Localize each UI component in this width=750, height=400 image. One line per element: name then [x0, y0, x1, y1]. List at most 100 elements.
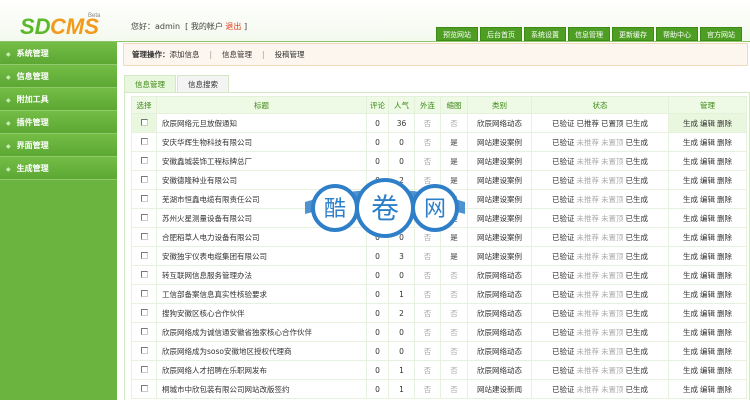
top-status[interactable]: 未置顶	[601, 233, 624, 242]
verified-status[interactable]: 已验证	[552, 214, 575, 223]
tab-info-manage[interactable]: 信息管理	[124, 75, 176, 93]
generate-button[interactable]: 生成	[683, 271, 698, 280]
generated-status[interactable]: 已生成	[626, 252, 649, 261]
generate-button[interactable]: 生成	[683, 138, 698, 147]
delete-button[interactable]: 删除	[717, 176, 732, 185]
verified-status[interactable]: 已验证	[552, 271, 575, 280]
row-checkbox[interactable]	[140, 232, 148, 240]
edit-button[interactable]: 编辑	[700, 252, 715, 261]
verified-status[interactable]: 已验证	[552, 347, 575, 356]
nav-info-manage[interactable]: 信息管理	[568, 27, 610, 41]
generated-status[interactable]: 已生成	[626, 347, 649, 356]
top-status[interactable]: 未置顶	[601, 290, 624, 299]
nav-admin-home[interactable]: 后台首页	[480, 27, 522, 41]
verified-status[interactable]: 已验证	[552, 366, 575, 375]
category[interactable]: 欣辰网络动态	[467, 284, 532, 304]
title-link[interactable]: 欣辰网络成为诚信通安徽省独家核心合作伙伴	[156, 322, 367, 342]
delete-button[interactable]: 删除	[717, 366, 732, 375]
title-link[interactable]: 苏州火星测量设备有限公司	[156, 208, 367, 228]
top-status[interactable]: 未置顶	[601, 157, 624, 166]
category[interactable]: 欣辰网络动态	[467, 303, 532, 323]
verified-status[interactable]: 已验证	[552, 309, 575, 318]
generated-status[interactable]: 已生成	[626, 157, 649, 166]
verified-status[interactable]: 已验证	[552, 252, 575, 261]
title-link[interactable]: 搜狗安徽区核心合作伙伴	[156, 303, 367, 323]
delete-button[interactable]: 删除	[717, 309, 732, 318]
recommend-status[interactable]: 未推荐	[577, 233, 600, 242]
row-checkbox[interactable]	[140, 327, 148, 335]
edit-button[interactable]: 编辑	[700, 309, 715, 318]
delete-button[interactable]: 删除	[717, 252, 732, 261]
edit-button[interactable]: 编辑	[700, 271, 715, 280]
top-status[interactable]: 已置顶	[601, 119, 624, 128]
delete-button[interactable]: 删除	[717, 271, 732, 280]
verified-status[interactable]: 已验证	[552, 195, 575, 204]
nav-official-site[interactable]: 官方网站	[700, 27, 742, 41]
recommend-status[interactable]: 未推荐	[577, 347, 600, 356]
row-checkbox[interactable]	[140, 384, 148, 392]
crumb-add-info[interactable]: 添加信息	[170, 50, 200, 59]
edit-button[interactable]: 编辑	[700, 290, 715, 299]
delete-button[interactable]: 删除	[717, 138, 732, 147]
category[interactable]: 欣辰网络动态	[467, 113, 532, 133]
edit-button[interactable]: 编辑	[700, 366, 715, 375]
row-checkbox[interactable]	[140, 270, 148, 278]
delete-button[interactable]: 删除	[717, 347, 732, 356]
row-checkbox[interactable]	[140, 308, 148, 316]
verified-status[interactable]: 已验证	[552, 157, 575, 166]
category[interactable]: 网站建设案例	[467, 132, 532, 152]
edit-button[interactable]: 编辑	[700, 385, 715, 394]
sidebar-item-plugins[interactable]: ◆ 插件管理	[0, 111, 117, 134]
row-checkbox[interactable]	[140, 194, 148, 202]
title-link[interactable]: 芜湖市恒鑫电缆有限责任公司	[156, 189, 367, 209]
recommend-status[interactable]: 未推荐	[577, 252, 600, 261]
top-status[interactable]: 未置顶	[601, 328, 624, 337]
title-link[interactable]: 欣辰网络元旦放假通知	[156, 113, 367, 133]
generated-status[interactable]: 已生成	[626, 119, 649, 128]
verified-status[interactable]: 已验证	[552, 138, 575, 147]
generate-button[interactable]: 生成	[683, 385, 698, 394]
title-link[interactable]: 工信部备案信息真实性核验要求	[156, 284, 367, 304]
generated-status[interactable]: 已生成	[626, 195, 649, 204]
title-link[interactable]: 合肥稻草人电力设备有限公司	[156, 227, 367, 247]
crumb-submission-manage[interactable]: 投稿管理	[275, 50, 305, 59]
edit-button[interactable]: 编辑	[700, 233, 715, 242]
recommend-status[interactable]: 未推荐	[577, 176, 600, 185]
edit-button[interactable]: 编辑	[700, 119, 715, 128]
top-status[interactable]: 未置顶	[601, 195, 624, 204]
top-status[interactable]: 未置顶	[601, 176, 624, 185]
recommend-status[interactable]: 未推荐	[577, 157, 600, 166]
sidebar-item-system[interactable]: ◆ 系统管理	[0, 42, 117, 65]
title-link[interactable]: 安庆华辉生物科技有限公司	[156, 132, 367, 152]
verified-status[interactable]: 已验证	[552, 233, 575, 242]
nav-update-cache[interactable]: 更新缓存	[612, 27, 654, 41]
delete-button[interactable]: 删除	[717, 214, 732, 223]
generate-button[interactable]: 生成	[683, 309, 698, 318]
recommend-status[interactable]: 未推荐	[577, 366, 600, 375]
tab-info-search[interactable]: 信息搜索	[177, 75, 229, 93]
generate-button[interactable]: 生成	[683, 366, 698, 375]
recommend-status[interactable]: 未推荐	[577, 309, 600, 318]
row-checkbox[interactable]	[140, 137, 148, 145]
nav-help-center[interactable]: 帮助中心	[656, 27, 698, 41]
generate-button[interactable]: 生成	[683, 195, 698, 204]
top-status[interactable]: 未置顶	[601, 271, 624, 280]
recommend-status[interactable]: 未推荐	[577, 214, 600, 223]
top-status[interactable]: 未置顶	[601, 309, 624, 318]
my-account-link[interactable]: 我的帐户	[191, 22, 223, 31]
category[interactable]: 网站建设案例	[467, 246, 532, 266]
recommend-status[interactable]: 未推荐	[577, 328, 600, 337]
verified-status[interactable]: 已验证	[552, 176, 575, 185]
sidebar-item-interface[interactable]: ◆ 界面管理	[0, 134, 117, 157]
title-link[interactable]: 安徽德隆种业有限公司	[156, 170, 367, 190]
top-status[interactable]: 未置顶	[601, 252, 624, 261]
category[interactable]: 网站建设新闻	[467, 379, 532, 399]
edit-button[interactable]: 编辑	[700, 214, 715, 223]
edit-button[interactable]: 编辑	[700, 347, 715, 356]
top-status[interactable]: 未置顶	[601, 385, 624, 394]
row-checkbox[interactable]	[140, 251, 148, 259]
category[interactable]: 网站建设案例	[467, 170, 532, 190]
title-link[interactable]: 欣辰网络人才招聘在乐职网发布	[156, 360, 367, 380]
top-status[interactable]: 未置顶	[601, 347, 624, 356]
verified-status[interactable]: 已验证	[552, 290, 575, 299]
